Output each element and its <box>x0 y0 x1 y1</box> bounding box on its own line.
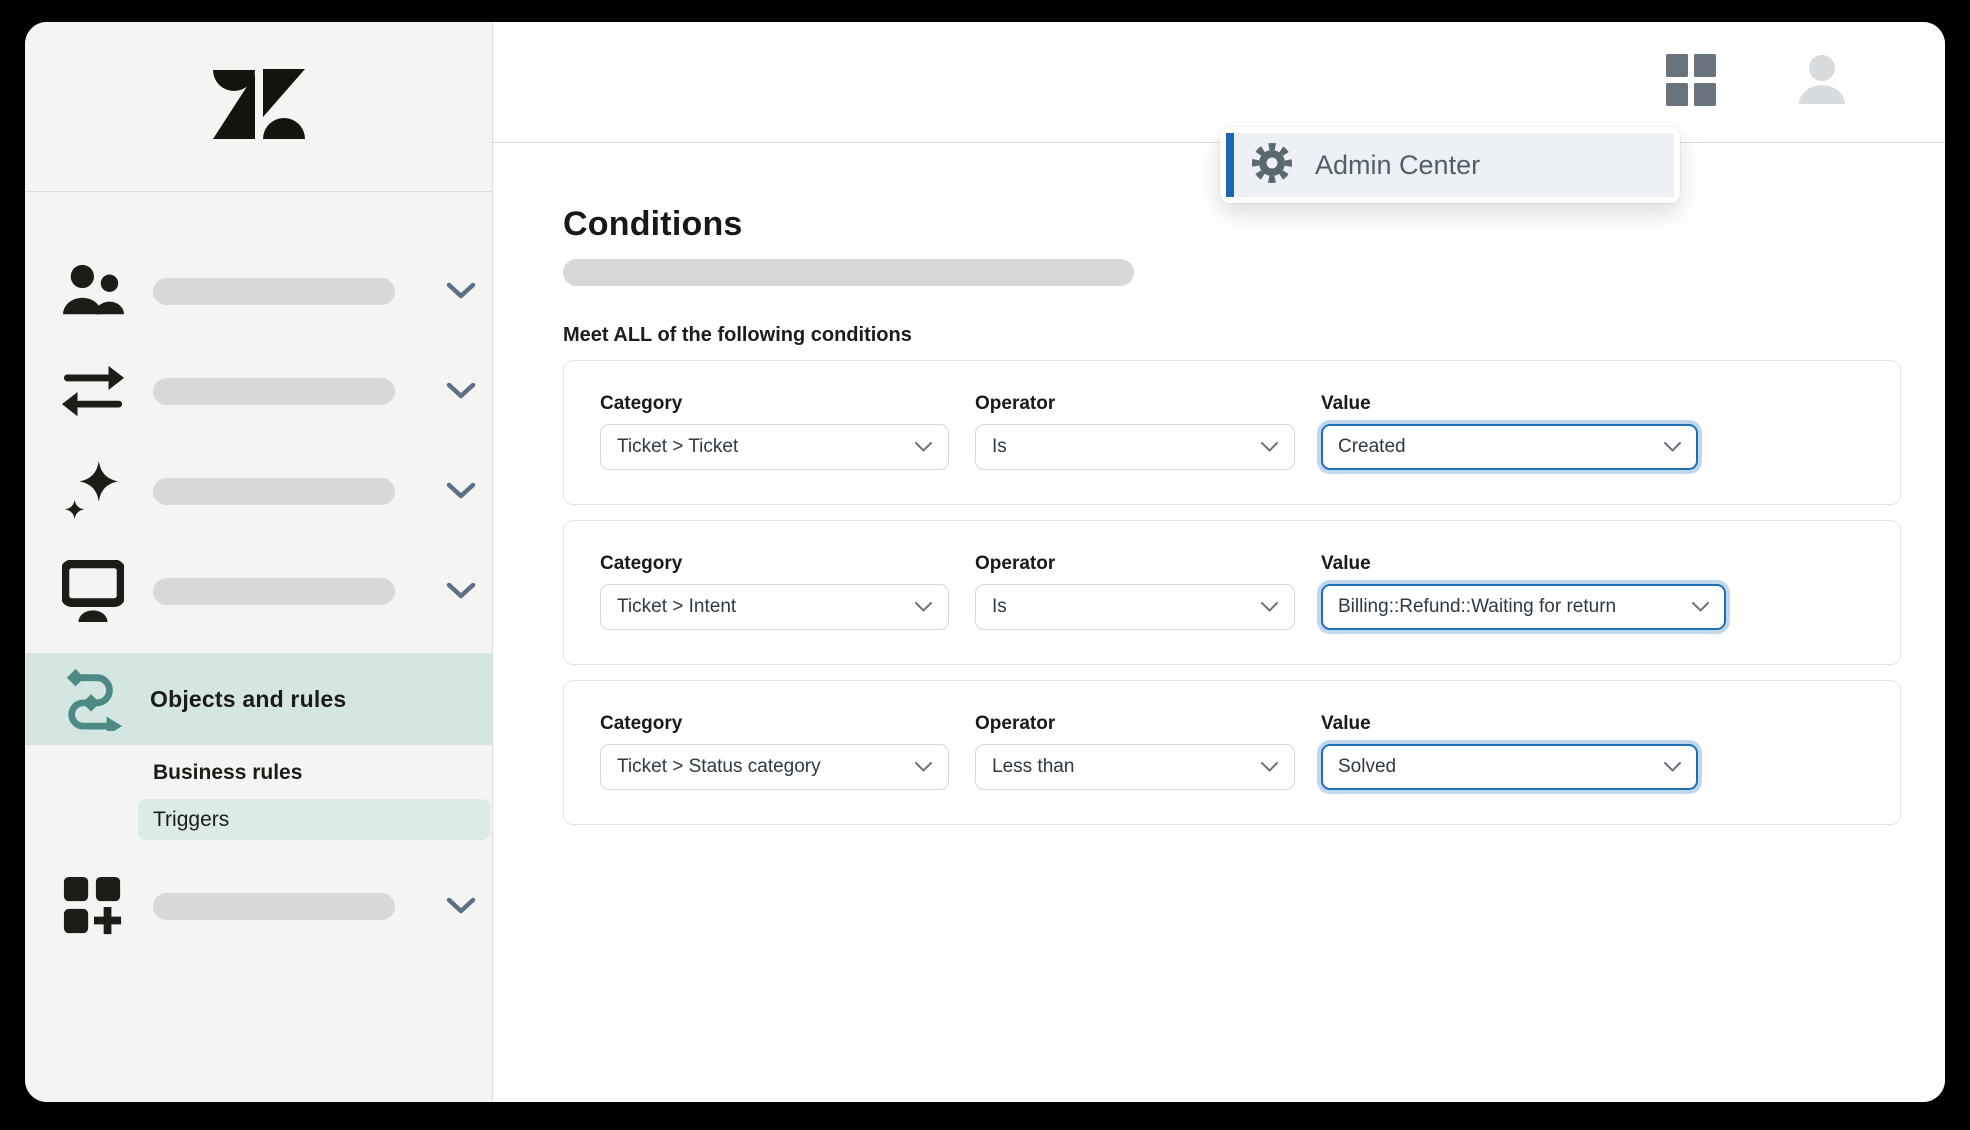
value-select-value: Created <box>1338 436 1406 458</box>
chevron-down-icon <box>915 442 932 452</box>
conditions-match-text: Meet ALL of the following conditions <box>563 324 1945 347</box>
chevron-down-icon[interactable] <box>446 282 476 300</box>
category-label: Category <box>600 553 949 575</box>
category-select[interactable]: Ticket > Ticket <box>600 424 949 470</box>
value-label: Value <box>1321 713 1698 735</box>
page-title: Conditions <box>563 205 1945 243</box>
app-window: Objects and rules Business rules Trigger… <box>25 22 1945 1102</box>
operator-label: Operator <box>975 393 1295 415</box>
chevron-down-icon <box>1261 442 1278 452</box>
product-tray-popup: Admin Center <box>1220 127 1680 203</box>
category-select[interactable]: Ticket > Intent <box>600 584 949 630</box>
sidebar-item-ai[interactable] <box>25 446 492 536</box>
sidebar-item-label: Objects and rules <box>150 686 346 713</box>
chevron-down-icon <box>1664 442 1681 452</box>
sidebar-nav: Objects and rules Business rules Trigger… <box>25 192 492 961</box>
category-select-value: Ticket > Status category <box>617 756 821 778</box>
operator-select[interactable]: Is <box>975 584 1295 630</box>
value-select-value: Solved <box>1338 756 1396 778</box>
zendesk-logo-icon <box>213 69 305 144</box>
menu-item-label: Admin Center <box>1315 150 1480 181</box>
transfer-arrows-icon <box>62 359 124 423</box>
sparkle-icon <box>62 459 124 523</box>
logo-section <box>25 22 492 192</box>
value-select[interactable]: Solved <box>1321 744 1698 790</box>
value-select[interactable]: Created <box>1321 424 1698 470</box>
category-label: Category <box>600 713 949 735</box>
menu-item-admin-center[interactable]: Admin Center <box>1226 133 1674 197</box>
category-select-value: Ticket > Ticket <box>617 436 738 458</box>
category-label: Category <box>600 393 949 415</box>
sidebar-item-label: Triggers <box>153 808 229 832</box>
monitor-person-icon <box>62 559 124 623</box>
operator-select[interactable]: Less than <box>975 744 1295 790</box>
nav-label-placeholder <box>153 378 395 405</box>
flow-path-icon <box>62 667 124 731</box>
operator-label: Operator <box>975 713 1295 735</box>
sidebar-item-triggers[interactable]: Triggers <box>138 799 490 840</box>
nav-label-placeholder <box>153 578 395 605</box>
apps-grid-plus-icon <box>62 874 124 938</box>
chevron-down-icon <box>1664 762 1681 772</box>
chevron-down-icon[interactable] <box>446 382 476 400</box>
subtitle-placeholder <box>563 259 1134 286</box>
chevron-down-icon <box>915 602 932 612</box>
page-content: Conditions Meet ALL of the following con… <box>493 143 1945 1102</box>
value-label: Value <box>1321 553 1726 575</box>
gear-icon <box>1251 142 1293 189</box>
nav-label-placeholder <box>153 893 395 920</box>
operator-label: Operator <box>975 553 1295 575</box>
chevron-down-icon <box>1261 762 1278 772</box>
people-icon <box>62 259 124 323</box>
sidebar-item-transfer[interactable] <box>25 346 492 436</box>
value-select[interactable]: Billing::Refund::Waiting for return <box>1321 584 1726 630</box>
chevron-down-icon[interactable] <box>446 482 476 500</box>
sidebar-item-objects-and-rules[interactable]: Objects and rules <box>25 653 492 745</box>
condition-row: Category Ticket > Ticket Operator Is <box>563 360 1901 505</box>
screenshot-frame: Objects and rules Business rules Trigger… <box>0 0 1970 1130</box>
operator-select[interactable]: Is <box>975 424 1295 470</box>
value-label: Value <box>1321 393 1698 415</box>
main-area: Admin Center Conditions Meet ALL of the … <box>493 22 1945 1102</box>
condition-row: Category Ticket > Intent Operator Is <box>563 520 1901 665</box>
chevron-down-icon <box>1261 602 1278 612</box>
product-tray-grid-icon[interactable] <box>1666 54 1716 111</box>
chevron-down-icon[interactable] <box>446 582 476 600</box>
sidebar-item-people[interactable] <box>25 246 492 336</box>
user-avatar-icon[interactable] <box>1796 54 1848 111</box>
top-header <box>493 22 1945 143</box>
active-indicator-bar <box>1226 133 1234 197</box>
chevron-down-icon <box>1692 602 1709 612</box>
nav-label-placeholder <box>153 278 395 305</box>
value-select-value: Billing::Refund::Waiting for return <box>1338 596 1616 618</box>
nav-label-placeholder <box>153 478 395 505</box>
condition-row: Category Ticket > Status category Operat… <box>563 680 1901 825</box>
sidebar-item-channels[interactable] <box>25 546 492 636</box>
chevron-down-icon <box>915 762 932 772</box>
category-select[interactable]: Ticket > Status category <box>600 744 949 790</box>
operator-select-value: Is <box>992 436 1007 458</box>
sidebar: Objects and rules Business rules Trigger… <box>25 22 493 1102</box>
sidebar-group-business-rules[interactable]: Business rules <box>25 749 492 797</box>
chevron-down-icon[interactable] <box>446 897 476 915</box>
sidebar-group-label: Business rules <box>153 761 302 785</box>
category-select-value: Ticket > Intent <box>617 596 736 618</box>
sidebar-item-apps[interactable] <box>25 861 492 951</box>
operator-select-value: Less than <box>992 756 1074 778</box>
operator-select-value: Is <box>992 596 1007 618</box>
